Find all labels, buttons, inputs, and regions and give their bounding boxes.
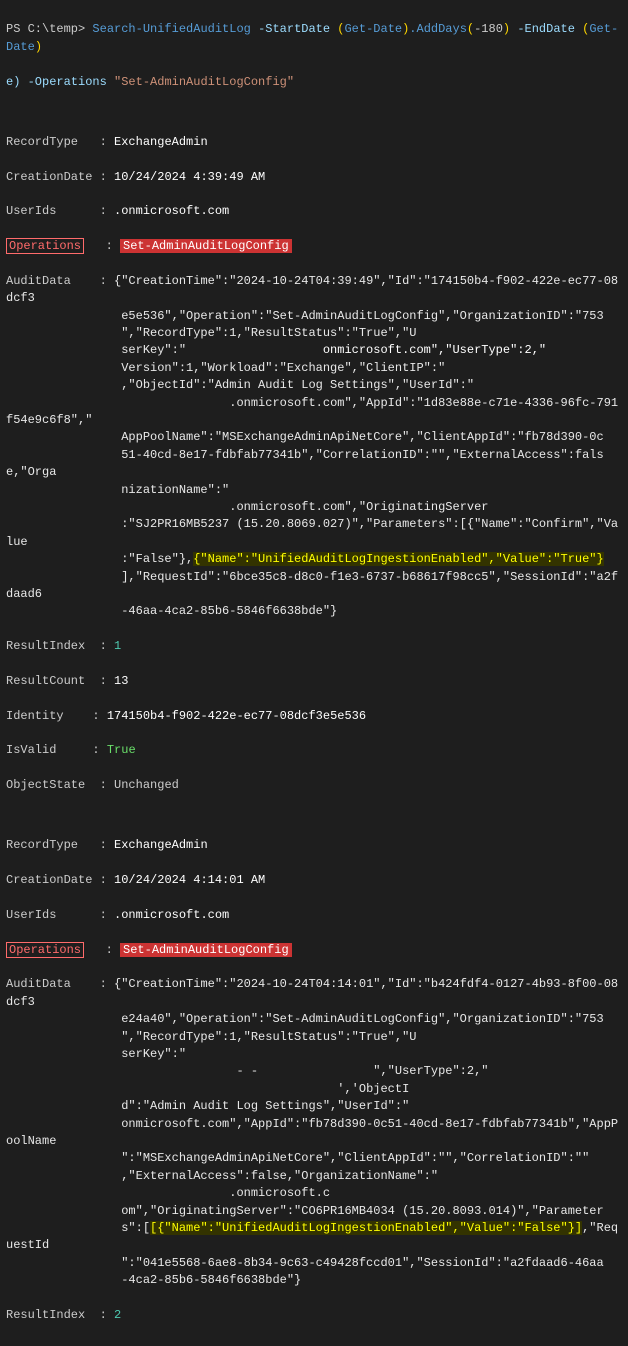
auditdata-value: {"CreationTime":"2024-10-24T04:39:49","I… [6, 274, 618, 618]
identity-label: Identity [6, 709, 64, 723]
r2-creationdate-value: 10/24/2024 4:14:01 AM [114, 873, 265, 887]
userids-value: .onmicrosoft.com [114, 204, 229, 218]
identity-value: 174150b4-f902-422e-ec77-08dcf3e5e536 [107, 709, 366, 723]
isvalid-value: True [107, 743, 136, 757]
auditdata-label: AuditData [6, 274, 71, 288]
record1-creationdate: CreationDate : 10/24/2024 4:39:49 AM [6, 169, 622, 186]
record1-identity: Identity : 174150b4-f902-422e-ec77-08dcf… [6, 708, 622, 725]
record1-objectstate: ObjectState : Unchanged [6, 777, 622, 794]
cmd-paren4: ) [503, 22, 510, 36]
record1-isvalid: IsValid : True [6, 742, 622, 759]
r2-auditdata-label: AuditData [6, 977, 71, 991]
operations-label: Operations [6, 238, 84, 254]
command-line2: e) -Operations "Set-AdminAuditLogConfig" [6, 74, 622, 91]
cmd-param1: -StartDate [258, 22, 330, 36]
r2-userids-value: .onmicrosoft.com [114, 908, 229, 922]
record2-recordtype: RecordType : ExchangeAdmin [6, 837, 622, 854]
r2-userids-label: UserIds [6, 908, 56, 922]
userids-label: UserIds [6, 204, 56, 218]
record2-creationdate: CreationDate : 10/24/2024 4:14:01 AM [6, 872, 622, 889]
cmd-get-date1: Get-Date [344, 22, 402, 36]
record2-userids: UserIds : .onmicrosoft.com [6, 907, 622, 924]
resultcount-label: ResultCount [6, 674, 85, 688]
r2-resultindex-label: ResultIndex [6, 1308, 85, 1322]
r2-recordtype-label: RecordType [6, 838, 78, 852]
r2-creationdate-label: CreationDate [6, 873, 92, 887]
r2-auditdata-value: {"CreationTime":"2024-10-24T04:14:01","I… [6, 977, 618, 1287]
record2-resultindex: ResultIndex : 2 [6, 1307, 622, 1324]
operations-value: Set-AdminAuditLogConfig [120, 239, 292, 253]
record1-resultindex: ResultIndex : 1 [6, 638, 622, 655]
isvalid-label: IsValid [6, 743, 56, 757]
terminal-window: PS C:\temp> Search-UnifiedAuditLog -Star… [0, 0, 628, 1346]
creationdate-value: 10/24/2024 4:39:49 AM [114, 170, 265, 184]
cmd-name: Search-UnifiedAuditLog [92, 22, 250, 36]
record1-recordtype: RecordType : ExchangeAdmin [6, 134, 622, 151]
record1-operations: Operations : Set-AdminAuditLogConfig [6, 238, 622, 255]
creationdate-label: CreationDate [6, 170, 92, 184]
record2-operations: Operations : Set-AdminAuditLogConfig [6, 942, 622, 959]
resultindex-label: ResultIndex [6, 639, 85, 653]
recordtype-label: RecordType [6, 135, 78, 149]
command-line: PS C:\temp> Search-UnifiedAuditLog -Star… [6, 21, 622, 56]
record1-userids: UserIds : .onmicrosoft.com [6, 203, 622, 220]
recordtype-value: ExchangeAdmin [114, 135, 208, 149]
r2-operations-value: Set-AdminAuditLogConfig [120, 943, 292, 957]
cmd-paren6: ) [35, 40, 42, 54]
r2-recordtype-value: ExchangeAdmin [114, 838, 208, 852]
resultcount-value: 13 [114, 674, 128, 688]
record1-resultcount: ResultCount : 13 [6, 673, 622, 690]
cmd-adddays: .AddDays [409, 22, 467, 36]
objectstate-label: ObjectState [6, 778, 85, 792]
cmd-param2: -EndDate [517, 22, 575, 36]
r2-resultindex-value: 2 [114, 1308, 121, 1322]
resultindex-value: 1 [114, 639, 121, 653]
r2-operations-label: Operations [6, 942, 84, 958]
cmd-param3: e) -Operations [6, 75, 107, 89]
cmd-value3: "Set-AdminAuditLogConfig" [114, 75, 294, 89]
record1-auditdata: AuditData : {"CreationTime":"2024-10-24T… [6, 273, 622, 621]
ps-prompt: PS C:\temp> [6, 22, 92, 36]
cmd-paren3: ( [467, 22, 474, 36]
objectstate-value: Unchanged [114, 778, 179, 792]
record2-auditdata: AuditData : {"CreationTime":"2024-10-24T… [6, 976, 622, 1289]
